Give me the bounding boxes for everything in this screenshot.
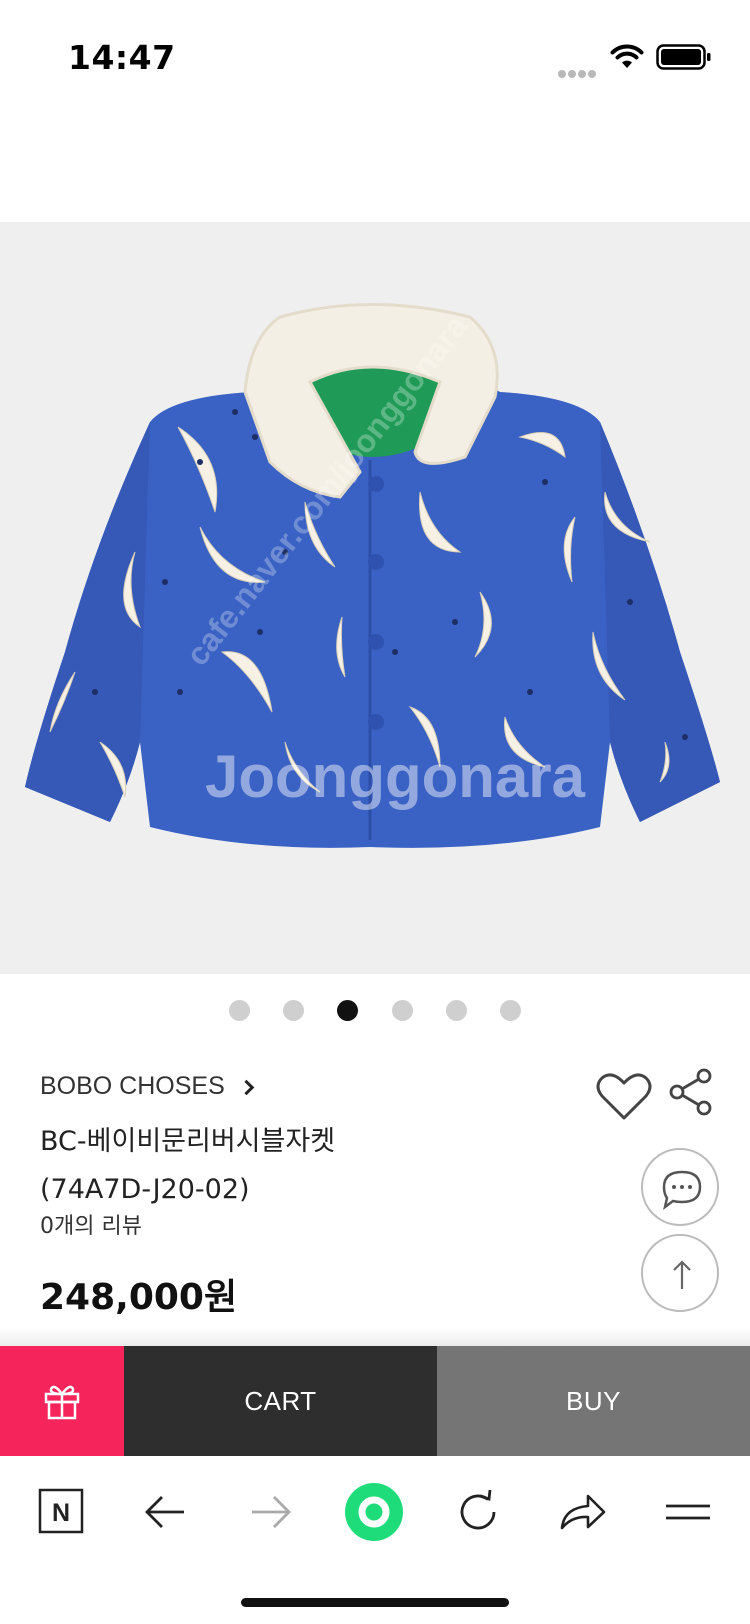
back-button[interactable] <box>136 1482 196 1542</box>
share-icon <box>669 1068 712 1116</box>
chat-bubble-icon <box>662 1170 702 1211</box>
purchase-bar: CART BUY <box>0 1346 750 1456</box>
chat-button[interactable] <box>641 1148 719 1226</box>
brand-name: BOBO CHOSES <box>40 1072 225 1100</box>
product-name-line1: BC-베이비문리버시블자켓 <box>40 1126 336 1157</box>
menu-button[interactable] <box>658 1482 718 1542</box>
green-home-dot-icon <box>345 1483 403 1541</box>
naver-home-button[interactable]: N <box>32 1482 92 1542</box>
product-image[interactable]: Joonggonara cafe.naver.com/joonggonara <box>0 222 750 974</box>
product-info: BOBO CHOSES BC-베이비문리버시블자켓 (74A7D-J20-02)… <box>40 1072 600 1318</box>
cart-button[interactable]: CART <box>124 1346 437 1456</box>
buy-button[interactable]: BUY <box>437 1346 750 1456</box>
heart-icon <box>596 1073 652 1120</box>
share-page-button[interactable] <box>552 1482 612 1542</box>
naver-n-icon: N <box>38 1488 84 1534</box>
status-bar: 14:47 <box>0 0 750 120</box>
carousel-dot[interactable] <box>391 1000 413 1021</box>
forward-arrow-icon <box>252 1496 291 1528</box>
wishlist-button[interactable] <box>596 1072 652 1122</box>
menu-icon <box>666 1504 710 1520</box>
product-name-line2: (74A7D-J20-02) <box>40 1174 250 1205</box>
home-indicator <box>241 1598 509 1607</box>
carousel-dot[interactable] <box>229 1000 251 1021</box>
battery-icon <box>656 44 712 70</box>
svg-text:N: N <box>52 1499 70 1527</box>
share-arrow-icon <box>560 1494 606 1530</box>
status-time: 14:47 <box>68 38 176 77</box>
jacket-illustration <box>25 303 720 848</box>
arrow-up-icon <box>673 1260 691 1289</box>
gift-icon <box>44 1385 80 1420</box>
carousel-dot-active[interactable] <box>337 1000 359 1021</box>
gift-button[interactable] <box>0 1346 124 1456</box>
carousel-dot[interactable] <box>445 1000 467 1021</box>
forward-button[interactable] <box>240 1482 300 1542</box>
brand-link[interactable]: BOBO CHOSES <box>40 1072 255 1101</box>
share-button[interactable] <box>668 1068 714 1116</box>
carousel-dot[interactable] <box>283 1000 305 1021</box>
refresh-icon <box>460 1489 496 1530</box>
carousel-dot[interactable] <box>499 1000 521 1021</box>
price: 248,000원 <box>40 1277 238 1318</box>
wifi-icon <box>610 44 644 70</box>
chevron-right-icon <box>238 1079 255 1096</box>
cellular-signal-icon <box>558 63 600 78</box>
refresh-button[interactable] <box>448 1482 508 1542</box>
back-arrow-icon <box>145 1496 184 1528</box>
product-title: BC-베이비문리버시블자켓 (74A7D-J20-02) <box>40 1118 600 1214</box>
divider-shadow <box>0 1328 750 1346</box>
review-count[interactable]: 0개의 리뷰 <box>40 1208 142 1240</box>
carousel-indicator <box>0 1000 750 1024</box>
scroll-top-button[interactable] <box>641 1234 719 1312</box>
green-home-button[interactable] <box>344 1482 404 1542</box>
browser-toolbar: N <box>0 1456 750 1566</box>
